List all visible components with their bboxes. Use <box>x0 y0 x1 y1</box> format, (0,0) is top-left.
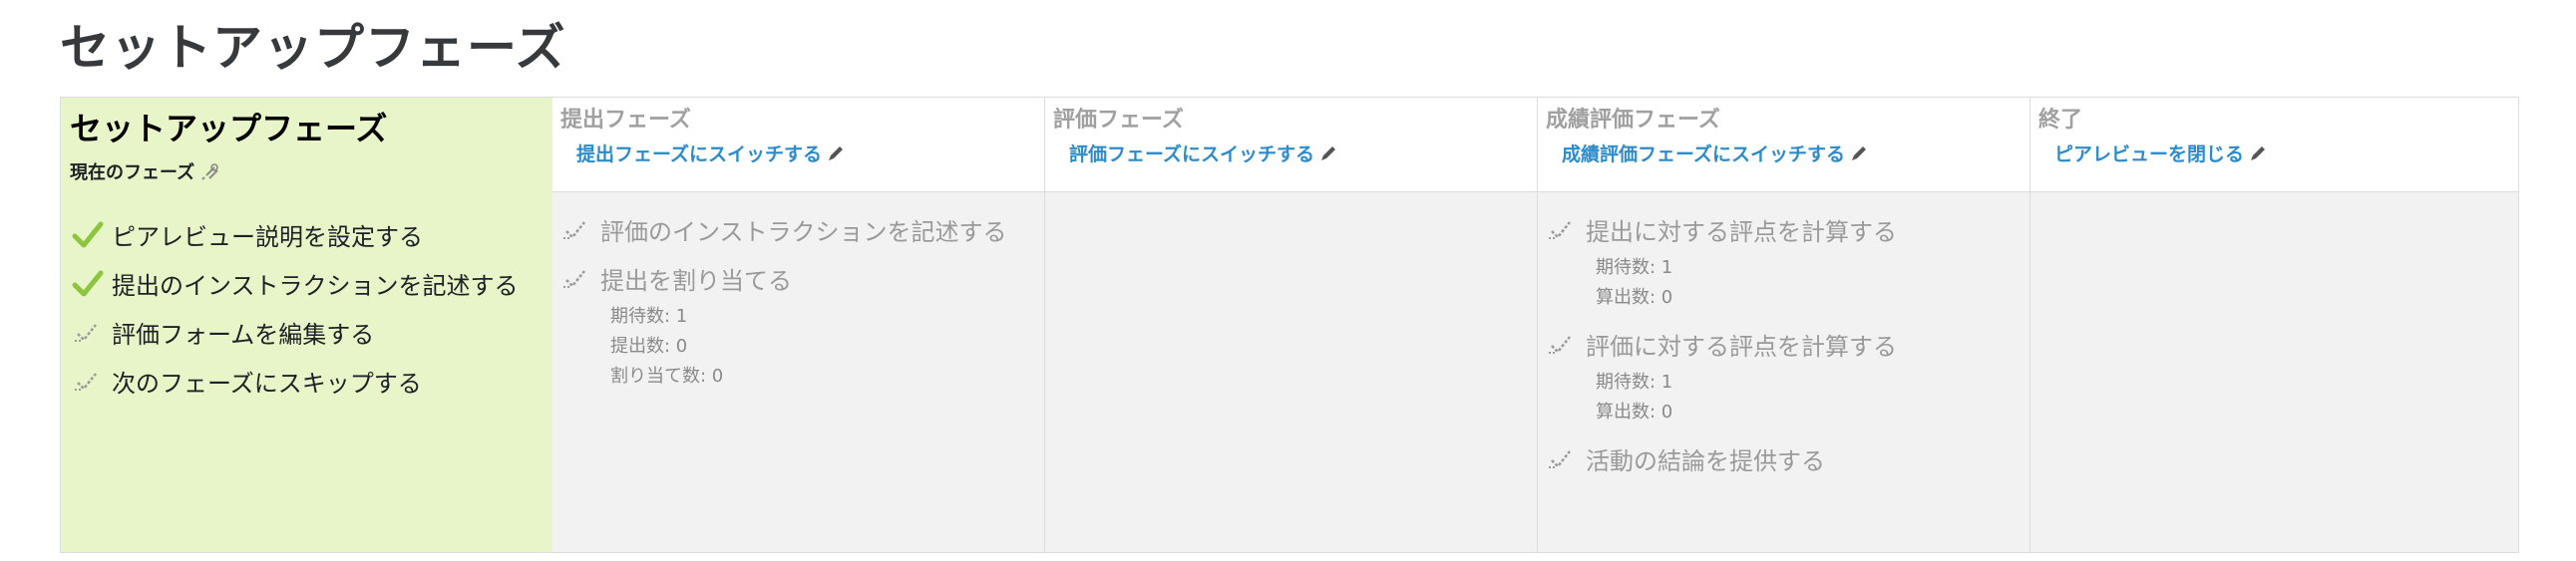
phase-header: 評価フェーズ 評価フェーズにスイッチする <box>1045 98 1537 192</box>
phase-header: セットアップフェーズ 現在のフェーズ <box>64 101 550 195</box>
task-details: 期待数: 1 算出数: 0 <box>1546 368 2029 427</box>
task-item[interactable]: 評価フォームを編集する <box>72 315 550 350</box>
check-done-icon <box>72 221 104 247</box>
phase-title: 成績評価フェーズ <box>1546 108 1720 133</box>
pencil-icon <box>1321 145 1336 160</box>
check-todo-icon <box>563 269 585 288</box>
task-item[interactable]: 次のフェーズにスキップする <box>72 364 550 399</box>
task-label: 提出に対する評点を計算する <box>1586 218 1897 246</box>
task-details: 期待数: 1 提出数: 0 割り当て数: 0 <box>560 302 1044 392</box>
lightbulb-icon <box>201 163 218 180</box>
task-list: 提出に対する評点を計算する 期待数: 1 算出数: 0 評価に対する評点を計算す… <box>1538 192 2029 476</box>
phase-closed: 終了 ピアレビューを閉じる <box>2030 98 2518 552</box>
switch-phase-label: 提出フェーズにスイッチする <box>576 143 823 165</box>
phase-header: 成績評価フェーズ 成績評価フェーズにスイッチする <box>1538 98 2029 192</box>
task-detail: 算出数: 0 <box>1596 402 1673 422</box>
phase-grading-evaluation: 成績評価フェーズ 成績評価フェーズにスイッチする 提出に対する評点を計算する 期… <box>1538 98 2030 552</box>
task-label: 提出を割り当てる <box>600 267 792 295</box>
task-item[interactable]: 提出に対する評点を計算する 期待数: 1 算出数: 0 <box>1546 212 2029 313</box>
check-todo-icon <box>1549 335 1571 354</box>
task-label: 提出のインストラクションを記述する <box>112 272 519 300</box>
pencil-icon <box>2251 145 2266 160</box>
task-item[interactable]: 提出のインストラクションを記述する <box>72 266 550 301</box>
phase-assessment: 評価フェーズ 評価フェーズにスイッチする <box>1045 98 1538 552</box>
pencil-icon <box>829 145 844 160</box>
pencil-icon <box>1852 145 1867 160</box>
task-detail: 提出数: 0 <box>610 336 688 357</box>
task-details: 期待数: 1 算出数: 0 <box>1546 253 2029 313</box>
check-todo-icon <box>1549 449 1571 468</box>
switch-phase-label: 評価フェーズにスイッチする <box>1069 143 1315 165</box>
task-label: 評価に対する評点を計算する <box>1586 333 1897 361</box>
check-todo-icon <box>75 372 97 391</box>
task-item[interactable]: 評価のインストラクションを記述する <box>560 212 1044 247</box>
current-phase-indicator: 現在のフェーズ <box>70 158 542 184</box>
check-todo-icon <box>563 220 585 239</box>
check-todo-icon <box>1549 220 1571 239</box>
phase-title: 提出フェーズ <box>560 108 691 133</box>
task-item[interactable]: 提出を割り当てる 期待数: 1 提出数: 0 割り当て数: 0 <box>560 261 1044 392</box>
switch-phase-link[interactable]: 提出フェーズにスイッチする <box>576 140 846 166</box>
check-todo-icon <box>75 323 97 342</box>
task-item[interactable]: ピアレビュー説明を設定する <box>72 217 550 252</box>
switch-phase-link[interactable]: 評価フェーズにスイッチする <box>1069 140 1338 166</box>
close-workshop-link[interactable]: ピアレビューを閉じる <box>2054 140 2268 166</box>
task-label: ピアレビュー説明を設定する <box>112 223 423 251</box>
switch-phase-link[interactable]: 成績評価フェーズにスイッチする <box>1562 140 1869 166</box>
phase-board: セットアップフェーズ 現在のフェーズ ピアレビュー説明を設定する 提出のインスト… <box>60 97 2519 553</box>
phase-title: 終了 <box>2038 108 2083 133</box>
task-label: 活動の結論を提供する <box>1586 447 1825 475</box>
phase-header: 終了 ピアレビューを閉じる <box>2030 98 2518 192</box>
task-label: 次のフェーズにスキップする <box>112 370 422 398</box>
task-list: 評価のインストラクションを記述する 提出を割り当てる 期待数: 1 提出数: 0… <box>552 192 1044 392</box>
task-detail: 算出数: 0 <box>1596 287 1673 308</box>
switch-phase-label: 成績評価フェーズにスイッチする <box>1562 143 1846 165</box>
phase-title: 評価フェーズ <box>1053 108 1184 133</box>
task-detail: 期待数: 1 <box>1596 257 1673 278</box>
task-label: 評価のインストラクションを記述する <box>600 218 1007 246</box>
switch-phase-label: ピアレビューを閉じる <box>2054 143 2245 165</box>
task-detail: 期待数: 1 <box>610 306 688 327</box>
task-list: ピアレビュー説明を設定する 提出のインストラクションを記述する 評価フォームを編… <box>64 195 550 399</box>
phase-setup: セットアップフェーズ 現在のフェーズ ピアレビュー説明を設定する 提出のインスト… <box>61 98 552 552</box>
check-done-icon <box>72 270 104 296</box>
phase-title: セットアップフェーズ <box>70 110 388 147</box>
phase-header: 提出フェーズ 提出フェーズにスイッチする <box>552 98 1044 192</box>
page-title: セットアップフェーズ <box>60 19 566 77</box>
phase-submission: 提出フェーズ 提出フェーズにスイッチする 評価のインストラクションを記述する 提… <box>552 98 1045 552</box>
task-label: 評価フォームを編集する <box>112 321 375 349</box>
task-item[interactable]: 活動の結論を提供する <box>1546 441 2029 476</box>
task-detail: 割り当て数: 0 <box>610 366 724 387</box>
task-item[interactable]: 評価に対する評点を計算する 期待数: 1 算出数: 0 <box>1546 327 2029 427</box>
task-detail: 期待数: 1 <box>1596 372 1673 393</box>
current-phase-label: 現在のフェーズ <box>70 162 195 183</box>
